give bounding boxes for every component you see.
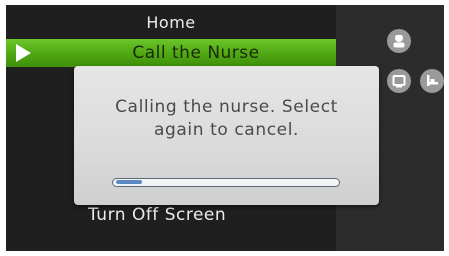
calling-progress-bar xyxy=(112,178,340,187)
menu-item-turn-off-screen[interactable]: Turn Off Screen xyxy=(6,201,336,229)
device-screen: Home Call the Nurse Turn Off Screen Call… xyxy=(6,5,444,251)
dialog-message-line-2: again to cancel. xyxy=(153,120,300,140)
dialog-message: Calling the nurse. Select again to cance… xyxy=(94,96,359,142)
calling-progress-fill xyxy=(116,180,142,184)
nurse-icon[interactable] xyxy=(387,29,411,53)
tv-icon-glyph xyxy=(392,75,406,88)
bed-icon[interactable] xyxy=(420,69,444,93)
menu-item-call-nurse-label: Call the Nurse xyxy=(132,43,260,63)
bed-icon-glyph xyxy=(427,75,438,86)
menu-item-call-nurse[interactable]: Call the Nurse xyxy=(6,39,336,67)
menu-item-home[interactable]: Home xyxy=(6,9,336,37)
dialog-message-line-1: Calling the nurse. Select xyxy=(115,97,338,117)
tv-icon[interactable] xyxy=(387,69,411,93)
nurse-icon-glyph xyxy=(393,33,405,48)
selected-arrow-icon xyxy=(16,44,31,62)
calling-nurse-dialog: Calling the nurse. Select again to cance… xyxy=(74,66,379,205)
